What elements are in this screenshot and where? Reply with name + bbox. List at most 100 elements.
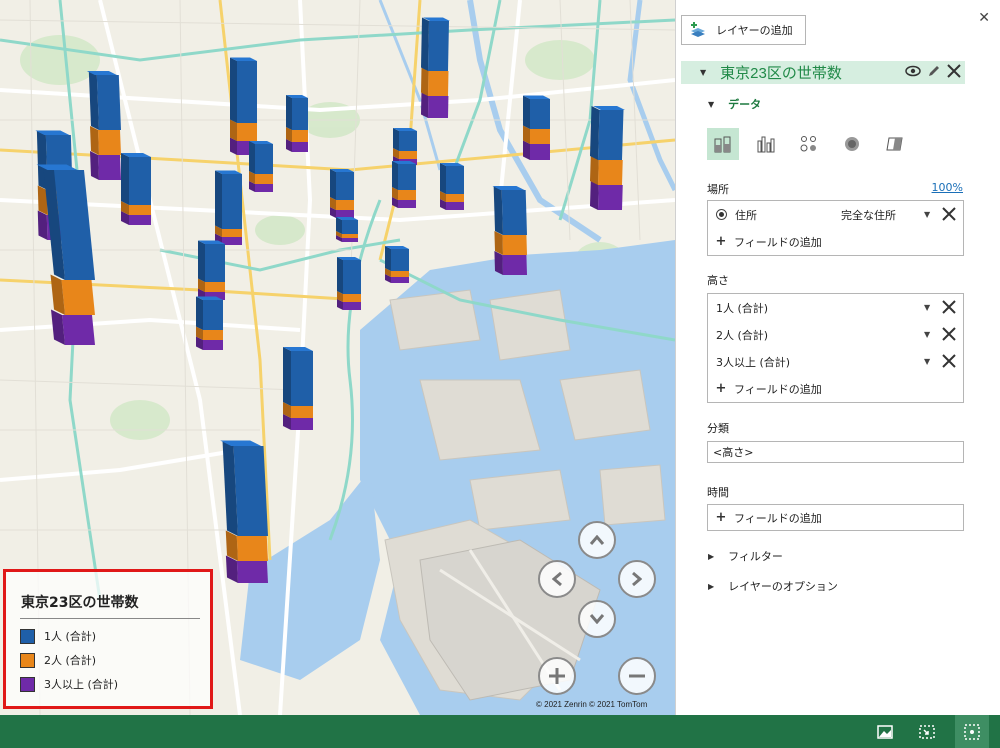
dropdown-arrow-icon[interactable]: ▼ [924,210,930,219]
bar-segment-side [90,126,99,155]
dropdown-arrow-icon[interactable]: ▼ [924,303,930,312]
layer-options-label: レイヤーのオプション [728,580,838,593]
bar-segment-side [590,106,600,160]
bar-segment [98,130,121,155]
category-field[interactable]: <高さ> [707,441,964,463]
height-field-row[interactable]: 3人以上 (合計) ▼ [708,348,963,375]
location-field-row[interactable]: 住所 完全な住所 ▼ [708,201,963,228]
visualization-picker [707,128,911,160]
height-field-row[interactable]: 1人 (合計) ▼ [708,294,963,321]
add-height-field-row[interactable]: + フィールドの追加 [708,375,963,402]
bar-segment-side [421,17,429,71]
height-field-row[interactable]: 2人 (合計) ▼ [708,321,963,348]
remove-field-icon[interactable] [941,299,957,315]
tilt-down-button[interactable] [578,600,616,638]
plus-icon: + [715,381,727,396]
fullscreen-button[interactable] [955,715,989,748]
plus-icon [549,668,565,684]
stacked-column-vis-button[interactable] [707,128,739,160]
bar-segment [236,561,268,583]
location-percent-link[interactable]: 100% [932,181,963,194]
height-field-name: 1人 (合計) [716,301,769,315]
layer-options-toggle[interactable]: ▶ レイヤーのオプション [708,578,838,594]
bar-segment-side [330,169,336,200]
bar-segment [237,61,257,123]
filter-section-toggle[interactable]: ▶ フィルター [708,548,783,564]
clustered-column-icon [757,136,775,153]
legend-item: 3人以上 (合計) [20,676,118,692]
pencil-icon[interactable] [927,64,941,78]
remove-field-icon[interactable] [941,326,957,342]
delete-layer-icon[interactable] [947,64,961,78]
remove-field-icon[interactable] [941,353,957,369]
bar-segment [398,200,416,208]
location-label: 場所 [707,183,729,196]
bar-segment [129,157,151,205]
bar-segment [233,446,268,536]
location-type-select[interactable]: 完全な住所 [841,207,896,223]
legend-label: 3人以上 (合計) [44,678,119,691]
bar-segment-side [121,153,129,205]
bar-segment [343,302,361,310]
bar-segment [255,144,273,174]
heatmap-vis-button[interactable] [836,128,868,160]
bar-segment [129,215,151,225]
layer-header[interactable]: ▼ 東京23区の世帯数 [681,61,965,84]
layer-name[interactable]: 東京23区の世帯数 [720,62,842,83]
dropdown-arrow-icon[interactable]: ▼ [924,357,930,366]
eye-icon[interactable] [905,65,921,77]
add-layer-button[interactable]: レイヤーの追加 [681,15,806,45]
bubble-icon [800,136,816,152]
plus-icon: + [715,234,727,249]
map-legend[interactable]: 東京23区の世帯数 1人 (合計) 2人 (合計) 3人以上 (合計) [3,569,213,709]
bar-segment-side [198,240,205,282]
region-vis-button[interactable] [879,128,911,160]
time-label: 時間 [707,486,729,499]
add-field-label: フィールドの追加 [734,235,822,249]
filter-label: フィルター [728,550,783,563]
bar-segment [391,277,409,283]
map-attribution: © 2021 Zenrin © 2021 TomTom [536,700,648,709]
map-screenshot-button[interactable] [874,721,896,743]
bubble-vis-button[interactable] [793,128,825,160]
remove-field-icon[interactable] [941,206,957,222]
add-field-label: フィールドの追加 [734,511,822,525]
bar-segment [428,96,449,118]
fit-view-button[interactable] [916,721,938,743]
bar-segment [501,190,527,235]
landscape-icon [877,725,893,739]
chevron-down-icon [589,614,605,624]
close-pane-button[interactable]: ✕ [978,10,990,26]
bar-segment [336,210,354,218]
zoom-in-button[interactable] [538,657,576,695]
clustered-column-vis-button[interactable] [750,128,782,160]
zoom-out-button[interactable] [618,657,656,695]
rotate-left-button[interactable] [538,560,576,598]
dropdown-arrow-icon[interactable]: ▼ [924,330,930,339]
bar-segment [291,406,313,418]
time-field-box: + フィールドの追加 [707,504,964,531]
data-section-toggle[interactable]: ▼ データ [708,96,761,112]
bar-segment [292,142,308,152]
add-time-field-row[interactable]: + フィールドの追加 [708,505,963,530]
collapse-triangle-icon: ▼ [708,99,715,109]
legend-swatch [20,652,35,668]
add-location-field-row[interactable]: + フィールドの追加 [708,228,963,255]
tilt-up-button[interactable] [578,521,616,559]
bar-segment [255,174,273,184]
bar-segment-side [215,170,222,229]
bar-segment-side [393,128,399,151]
bar-segment-side [90,151,99,180]
bar-segment [236,536,268,561]
chevron-up-icon [589,535,605,545]
legend-label: 2人 (合計) [44,654,97,667]
chevron-left-icon [552,571,562,587]
bar-segment-side [283,347,291,406]
radio-selected-icon[interactable] [716,209,727,220]
collapse-triangle-icon[interactable]: ▼ [700,68,706,77]
add-field-label: フィールドの追加 [734,382,822,396]
rotate-right-button[interactable] [618,560,656,598]
map-view[interactable]: © 2021 Zenrin © 2021 TomTom 東京23区の世帯数 1人… [0,0,675,715]
bar-segment [98,155,121,180]
bar-segment [203,300,223,330]
